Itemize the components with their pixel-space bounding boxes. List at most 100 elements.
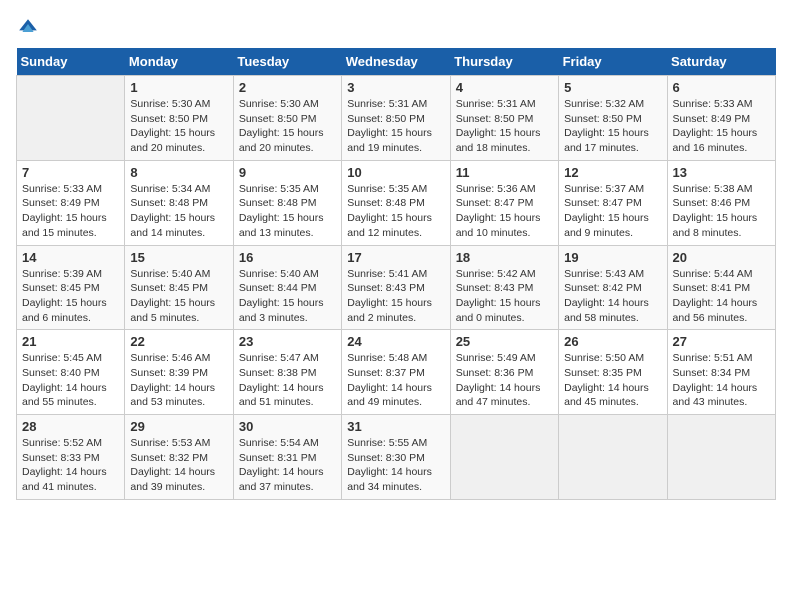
- cell-info: Sunrise: 5:33 AMSunset: 8:49 PMDaylight:…: [673, 97, 770, 156]
- calendar-cell: 17 Sunrise: 5:41 AMSunset: 8:43 PMDaylig…: [342, 245, 450, 330]
- calendar-cell: 7 Sunrise: 5:33 AMSunset: 8:49 PMDayligh…: [17, 160, 125, 245]
- day-number: 18: [456, 250, 553, 265]
- day-number: 12: [564, 165, 661, 180]
- calendar-cell: 2 Sunrise: 5:30 AMSunset: 8:50 PMDayligh…: [233, 76, 341, 161]
- calendar-cell: 31 Sunrise: 5:55 AMSunset: 8:30 PMDaylig…: [342, 415, 450, 500]
- weekday-header: Thursday: [450, 48, 558, 76]
- cell-info: Sunrise: 5:44 AMSunset: 8:41 PMDaylight:…: [673, 267, 770, 326]
- calendar-cell: 20 Sunrise: 5:44 AMSunset: 8:41 PMDaylig…: [667, 245, 775, 330]
- cell-info: Sunrise: 5:33 AMSunset: 8:49 PMDaylight:…: [22, 182, 119, 241]
- day-number: 27: [673, 334, 770, 349]
- calendar-cell: 25 Sunrise: 5:49 AMSunset: 8:36 PMDaylig…: [450, 330, 558, 415]
- day-number: 22: [130, 334, 227, 349]
- cell-info: Sunrise: 5:54 AMSunset: 8:31 PMDaylight:…: [239, 436, 336, 495]
- cell-info: Sunrise: 5:38 AMSunset: 8:46 PMDaylight:…: [673, 182, 770, 241]
- cell-info: Sunrise: 5:53 AMSunset: 8:32 PMDaylight:…: [130, 436, 227, 495]
- calendar-cell: 5 Sunrise: 5:32 AMSunset: 8:50 PMDayligh…: [559, 76, 667, 161]
- calendar-cell: 30 Sunrise: 5:54 AMSunset: 8:31 PMDaylig…: [233, 415, 341, 500]
- cell-info: Sunrise: 5:46 AMSunset: 8:39 PMDaylight:…: [130, 351, 227, 410]
- day-number: 7: [22, 165, 119, 180]
- calendar-cell: 14 Sunrise: 5:39 AMSunset: 8:45 PMDaylig…: [17, 245, 125, 330]
- day-number: 4: [456, 80, 553, 95]
- calendar-cell: 8 Sunrise: 5:34 AMSunset: 8:48 PMDayligh…: [125, 160, 233, 245]
- weekday-header: Wednesday: [342, 48, 450, 76]
- calendar-week-row: 28 Sunrise: 5:52 AMSunset: 8:33 PMDaylig…: [17, 415, 776, 500]
- day-number: 25: [456, 334, 553, 349]
- day-number: 29: [130, 419, 227, 434]
- calendar-week-row: 21 Sunrise: 5:45 AMSunset: 8:40 PMDaylig…: [17, 330, 776, 415]
- cell-info: Sunrise: 5:50 AMSunset: 8:35 PMDaylight:…: [564, 351, 661, 410]
- calendar-cell: 6 Sunrise: 5:33 AMSunset: 8:49 PMDayligh…: [667, 76, 775, 161]
- calendar-cell: [450, 415, 558, 500]
- calendar-table: SundayMondayTuesdayWednesdayThursdayFrid…: [16, 48, 776, 500]
- cell-info: Sunrise: 5:34 AMSunset: 8:48 PMDaylight:…: [130, 182, 227, 241]
- cell-info: Sunrise: 5:36 AMSunset: 8:47 PMDaylight:…: [456, 182, 553, 241]
- calendar-cell: 26 Sunrise: 5:50 AMSunset: 8:35 PMDaylig…: [559, 330, 667, 415]
- cell-info: Sunrise: 5:41 AMSunset: 8:43 PMDaylight:…: [347, 267, 444, 326]
- calendar-cell: [559, 415, 667, 500]
- day-number: 6: [673, 80, 770, 95]
- calendar-cell: 16 Sunrise: 5:40 AMSunset: 8:44 PMDaylig…: [233, 245, 341, 330]
- calendar-cell: 11 Sunrise: 5:36 AMSunset: 8:47 PMDaylig…: [450, 160, 558, 245]
- day-number: 2: [239, 80, 336, 95]
- day-number: 14: [22, 250, 119, 265]
- cell-info: Sunrise: 5:40 AMSunset: 8:45 PMDaylight:…: [130, 267, 227, 326]
- calendar-cell: [17, 76, 125, 161]
- day-number: 23: [239, 334, 336, 349]
- calendar-cell: 19 Sunrise: 5:43 AMSunset: 8:42 PMDaylig…: [559, 245, 667, 330]
- weekday-header: Monday: [125, 48, 233, 76]
- calendar-week-row: 14 Sunrise: 5:39 AMSunset: 8:45 PMDaylig…: [17, 245, 776, 330]
- calendar-cell: 13 Sunrise: 5:38 AMSunset: 8:46 PMDaylig…: [667, 160, 775, 245]
- cell-info: Sunrise: 5:43 AMSunset: 8:42 PMDaylight:…: [564, 267, 661, 326]
- day-number: 31: [347, 419, 444, 434]
- calendar-cell: 27 Sunrise: 5:51 AMSunset: 8:34 PMDaylig…: [667, 330, 775, 415]
- day-number: 13: [673, 165, 770, 180]
- weekday-header: Friday: [559, 48, 667, 76]
- calendar-cell: [667, 415, 775, 500]
- calendar-body: 1 Sunrise: 5:30 AMSunset: 8:50 PMDayligh…: [17, 76, 776, 500]
- cell-info: Sunrise: 5:37 AMSunset: 8:47 PMDaylight:…: [564, 182, 661, 241]
- day-number: 9: [239, 165, 336, 180]
- calendar-cell: 28 Sunrise: 5:52 AMSunset: 8:33 PMDaylig…: [17, 415, 125, 500]
- day-number: 24: [347, 334, 444, 349]
- cell-info: Sunrise: 5:47 AMSunset: 8:38 PMDaylight:…: [239, 351, 336, 410]
- day-number: 20: [673, 250, 770, 265]
- calendar-cell: 1 Sunrise: 5:30 AMSunset: 8:50 PMDayligh…: [125, 76, 233, 161]
- day-number: 21: [22, 334, 119, 349]
- calendar-cell: 12 Sunrise: 5:37 AMSunset: 8:47 PMDaylig…: [559, 160, 667, 245]
- cell-info: Sunrise: 5:35 AMSunset: 8:48 PMDaylight:…: [239, 182, 336, 241]
- cell-info: Sunrise: 5:32 AMSunset: 8:50 PMDaylight:…: [564, 97, 661, 156]
- cell-info: Sunrise: 5:48 AMSunset: 8:37 PMDaylight:…: [347, 351, 444, 410]
- cell-info: Sunrise: 5:31 AMSunset: 8:50 PMDaylight:…: [456, 97, 553, 156]
- cell-info: Sunrise: 5:30 AMSunset: 8:50 PMDaylight:…: [130, 97, 227, 156]
- day-number: 15: [130, 250, 227, 265]
- day-number: 26: [564, 334, 661, 349]
- calendar-cell: 23 Sunrise: 5:47 AMSunset: 8:38 PMDaylig…: [233, 330, 341, 415]
- calendar-cell: 18 Sunrise: 5:42 AMSunset: 8:43 PMDaylig…: [450, 245, 558, 330]
- calendar-cell: 10 Sunrise: 5:35 AMSunset: 8:48 PMDaylig…: [342, 160, 450, 245]
- logo-icon: [16, 16, 40, 40]
- weekday-header: Saturday: [667, 48, 775, 76]
- logo: [16, 16, 44, 40]
- cell-info: Sunrise: 5:35 AMSunset: 8:48 PMDaylight:…: [347, 182, 444, 241]
- day-number: 17: [347, 250, 444, 265]
- calendar-week-row: 7 Sunrise: 5:33 AMSunset: 8:49 PMDayligh…: [17, 160, 776, 245]
- cell-info: Sunrise: 5:49 AMSunset: 8:36 PMDaylight:…: [456, 351, 553, 410]
- weekday-header: Tuesday: [233, 48, 341, 76]
- calendar-cell: 9 Sunrise: 5:35 AMSunset: 8:48 PMDayligh…: [233, 160, 341, 245]
- calendar-cell: 24 Sunrise: 5:48 AMSunset: 8:37 PMDaylig…: [342, 330, 450, 415]
- calendar-cell: 15 Sunrise: 5:40 AMSunset: 8:45 PMDaylig…: [125, 245, 233, 330]
- day-number: 19: [564, 250, 661, 265]
- cell-info: Sunrise: 5:30 AMSunset: 8:50 PMDaylight:…: [239, 97, 336, 156]
- day-number: 28: [22, 419, 119, 434]
- cell-info: Sunrise: 5:52 AMSunset: 8:33 PMDaylight:…: [22, 436, 119, 495]
- calendar-header-row: SundayMondayTuesdayWednesdayThursdayFrid…: [17, 48, 776, 76]
- day-number: 8: [130, 165, 227, 180]
- weekday-header: Sunday: [17, 48, 125, 76]
- page-header: [16, 16, 776, 40]
- day-number: 10: [347, 165, 444, 180]
- cell-info: Sunrise: 5:51 AMSunset: 8:34 PMDaylight:…: [673, 351, 770, 410]
- day-number: 30: [239, 419, 336, 434]
- cell-info: Sunrise: 5:39 AMSunset: 8:45 PMDaylight:…: [22, 267, 119, 326]
- calendar-cell: 22 Sunrise: 5:46 AMSunset: 8:39 PMDaylig…: [125, 330, 233, 415]
